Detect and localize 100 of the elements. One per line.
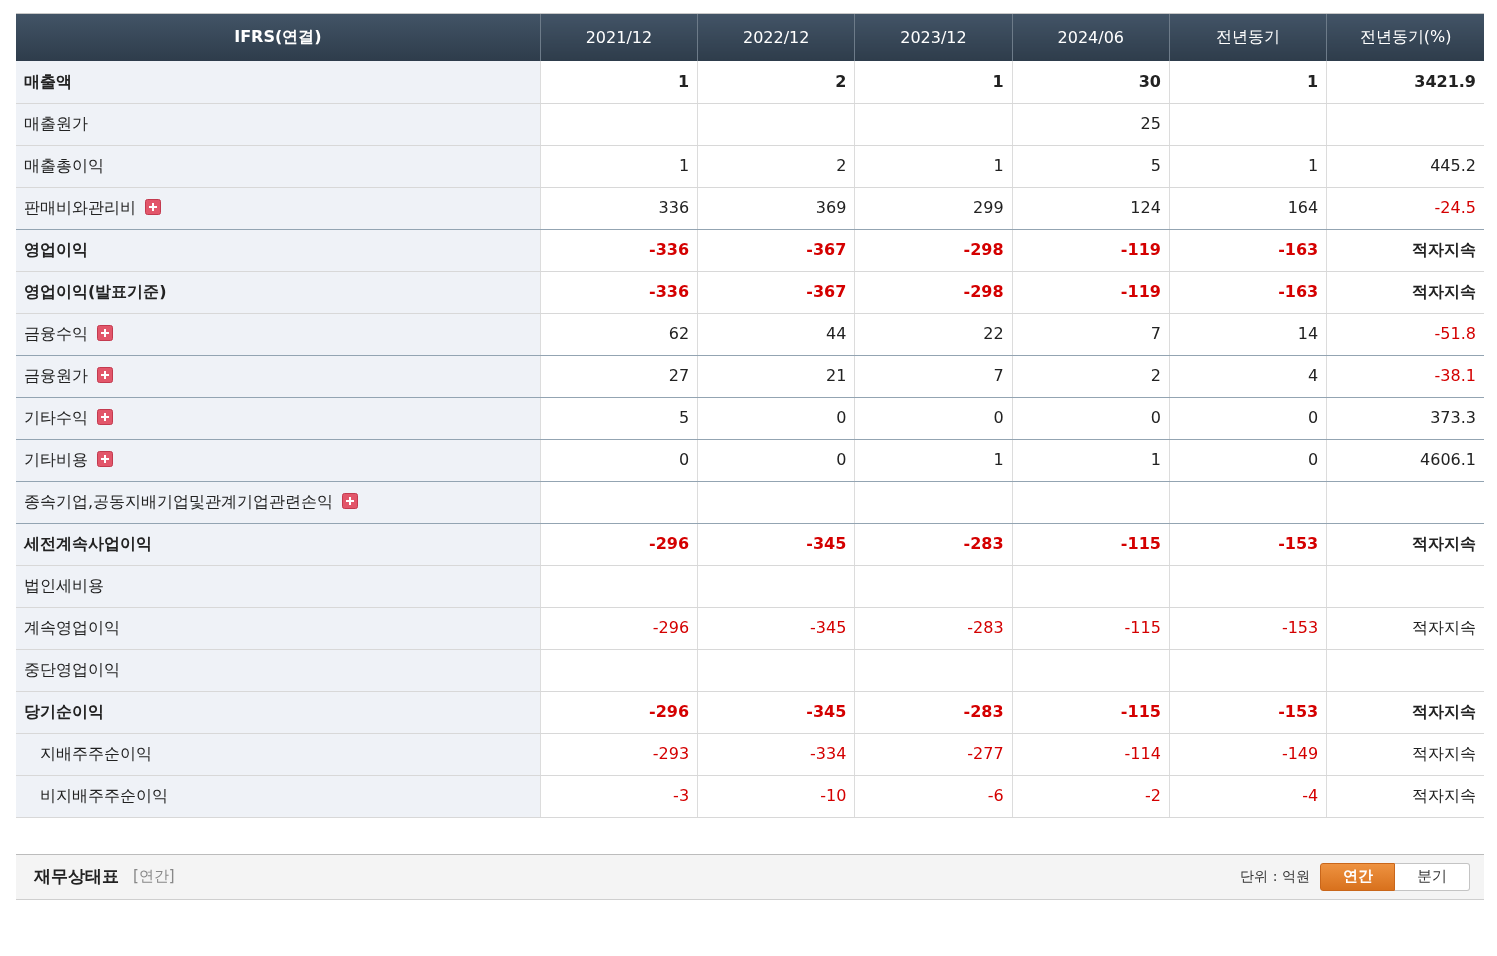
- table-cell: -153: [1169, 607, 1327, 649]
- table-cell: -298: [854, 271, 1013, 313]
- row-label-cell: 종속기업,공동지배기업및관계기업관련손익: [16, 481, 541, 523]
- row-label-cell: 매출액: [16, 61, 541, 103]
- table-cell: -293: [540, 733, 698, 775]
- column-header: IFRS(연결): [16, 14, 541, 61]
- table-cell: -114: [1012, 733, 1170, 775]
- expand-plus-icon[interactable]: [145, 199, 162, 215]
- table-cell: 30: [1012, 61, 1170, 103]
- table-cell: -283: [854, 607, 1013, 649]
- table-cell: -283: [854, 691, 1013, 733]
- table-cell: 7: [1012, 313, 1170, 355]
- table-cell: 3421.9: [1326, 61, 1484, 103]
- table-cell: -115: [1012, 607, 1170, 649]
- table-cell: 124: [1012, 187, 1170, 229]
- table-cell: 445.2: [1326, 145, 1484, 187]
- expand-plus-icon[interactable]: [97, 409, 114, 425]
- table-cell: 2: [697, 145, 855, 187]
- expand-plus-icon[interactable]: [97, 367, 114, 383]
- period-label: [연간]: [133, 867, 175, 886]
- table-cell: 14: [1169, 313, 1327, 355]
- table-cell: 1: [854, 439, 1013, 481]
- table-cell: 0: [854, 397, 1013, 439]
- table-cell: -336: [540, 229, 698, 271]
- expand-plus-icon[interactable]: [342, 493, 359, 509]
- table-cell: -10: [697, 775, 855, 817]
- table-cell: 적자지속: [1326, 607, 1484, 649]
- table-cell: 44: [697, 313, 855, 355]
- row-label-cell: 세전계속사업이익: [16, 523, 541, 565]
- table-cell: 1: [540, 145, 698, 187]
- table-cell: 25: [1012, 103, 1170, 145]
- table-cell: 369: [697, 187, 855, 229]
- table-cell: 적자지속: [1326, 271, 1484, 313]
- column-header: 2021/12: [540, 14, 698, 61]
- row-label-cell: 금융원가: [16, 355, 541, 397]
- table-cell: -163: [1169, 229, 1327, 271]
- table-cell: -336: [540, 271, 698, 313]
- table-cell: 62: [540, 313, 698, 355]
- row-label-cell: 매출총이익: [16, 145, 541, 187]
- row-label-cell: 기타비용: [16, 439, 541, 481]
- row-label-cell: 영업이익: [16, 229, 541, 271]
- table-cell: -6: [854, 775, 1013, 817]
- table-cell: 1: [540, 61, 698, 103]
- unit-label: 단위 : 억원: [1240, 867, 1310, 886]
- table-cell: 5: [1012, 145, 1170, 187]
- table-cell: -367: [697, 229, 855, 271]
- table-cell: 21: [697, 355, 855, 397]
- table-cell: -119: [1012, 229, 1170, 271]
- column-header: 2024/06: [1012, 14, 1170, 61]
- table-cell: 22: [854, 313, 1013, 355]
- row-label-cell: 영업이익(발표기준): [16, 271, 541, 313]
- table-cell: 1: [1012, 439, 1170, 481]
- table-cell: -24.5: [1326, 187, 1484, 229]
- expand-plus-icon[interactable]: [97, 325, 114, 341]
- table-cell: 5: [540, 397, 698, 439]
- table-cell: 0: [540, 439, 698, 481]
- table-cell: 4606.1: [1326, 439, 1484, 481]
- table-cell: -38.1: [1326, 355, 1484, 397]
- table-cell: -345: [697, 691, 855, 733]
- table-cell: 적자지속: [1326, 523, 1484, 565]
- table-cell: -345: [697, 523, 855, 565]
- table-cell: 적자지속: [1326, 775, 1484, 817]
- column-header: 2022/12: [697, 14, 855, 61]
- table-cell: 27: [540, 355, 698, 397]
- row-label-cell: 금융수익: [16, 313, 541, 355]
- table-cell: -367: [697, 271, 855, 313]
- row-label-cell: 비지배주주순이익: [16, 775, 541, 817]
- table-cell: 2: [1012, 355, 1170, 397]
- table-cell: 373.3: [1326, 397, 1484, 439]
- row-label-cell: 판매비와관리비: [16, 187, 541, 229]
- table-cell: 적자지속: [1326, 691, 1484, 733]
- table-cell: -153: [1169, 691, 1327, 733]
- row-label-cell: 법인세비용: [16, 565, 541, 607]
- table-cell: 1: [854, 61, 1013, 103]
- table-cell: -153: [1169, 523, 1327, 565]
- expand-plus-icon[interactable]: [97, 451, 114, 467]
- table-cell: -119: [1012, 271, 1170, 313]
- table-cell: -115: [1012, 691, 1170, 733]
- section-title: 재무상태표: [34, 865, 119, 888]
- table-cell: -296: [540, 607, 698, 649]
- table-cell: 1: [854, 145, 1013, 187]
- column-header: 전년동기: [1169, 14, 1327, 61]
- row-label-cell: 계속영업이익: [16, 607, 541, 649]
- table-cell: -51.8: [1326, 313, 1484, 355]
- table-cell: 2: [697, 61, 855, 103]
- column-header: 2023/12: [854, 14, 1013, 61]
- period-toggle-button[interactable]: 분기: [1395, 862, 1470, 891]
- table-cell: -334: [697, 733, 855, 775]
- table-cell: -3: [540, 775, 698, 817]
- row-label-cell: 당기순이익: [16, 691, 541, 733]
- table-cell: -277: [854, 733, 1013, 775]
- column-header: 전년동기(%): [1326, 14, 1484, 61]
- table-cell: 적자지속: [1326, 229, 1484, 271]
- table-cell: 1: [1169, 61, 1327, 103]
- table-cell: 299: [854, 187, 1013, 229]
- table-cell: -4: [1169, 775, 1327, 817]
- table-cell: 336: [540, 187, 698, 229]
- table-cell: 적자지속: [1326, 733, 1484, 775]
- table-cell: -298: [854, 229, 1013, 271]
- table-cell: 0: [697, 397, 855, 439]
